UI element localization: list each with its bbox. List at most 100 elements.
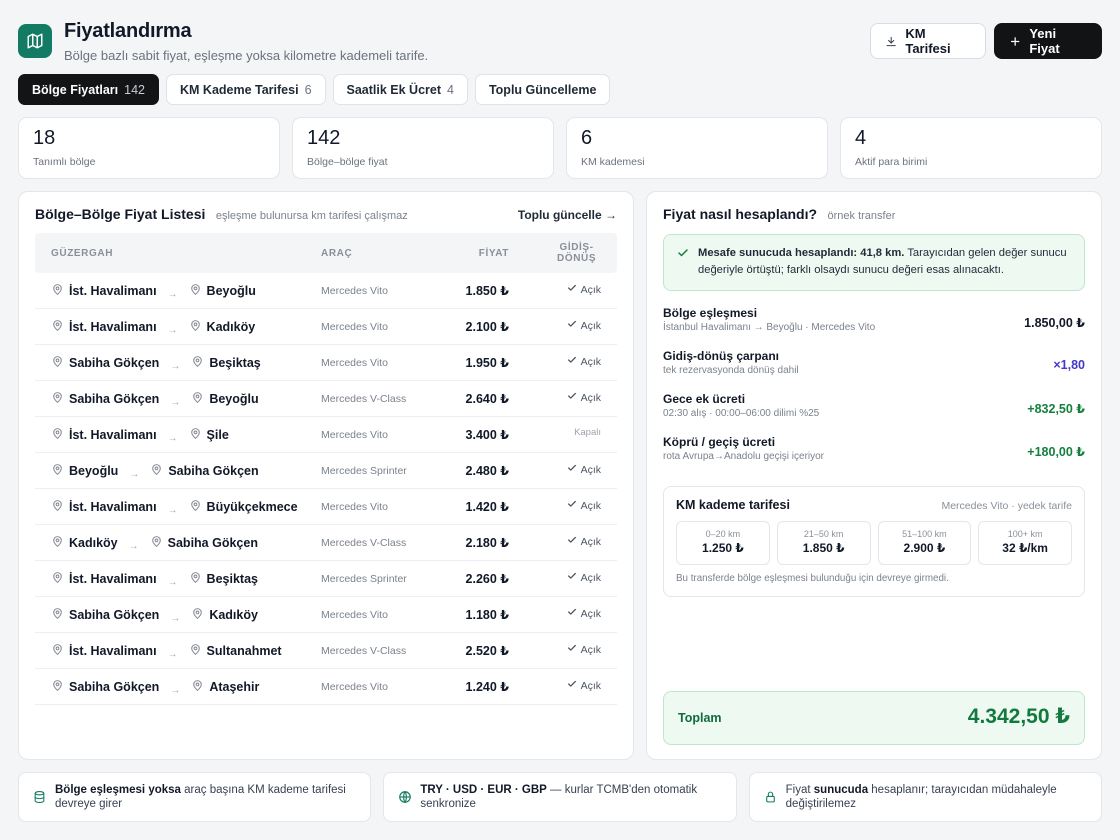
route-to: Sabiha Gökçen: [168, 464, 259, 478]
route-cell: İst. Havalimanı → Şile: [51, 417, 229, 453]
table-row[interactable]: İst. Havalimanı → Sultanahmet Mercedes V-Cl…: [35, 633, 617, 669]
km-tier: 21–50 km 1.850 ₺: [776, 521, 871, 565]
calc-line: Bölge eşleşmesi İstanbul Havalimanı → Bey…: [663, 306, 1085, 349]
tab-1[interactable]: KM Kademe Tarifesi 6: [166, 74, 326, 105]
km-tier-range: 0–20 km: [705, 529, 741, 539]
total-label: Toplam: [678, 711, 722, 725]
lock-icon: [765, 791, 775, 803]
table-row[interactable]: Sabiha Gökçen → Kadıköy Mercedes Vito 1.180 …: [35, 597, 617, 633]
route-cell: Sabiha Gökçen → Ataşehir: [51, 669, 259, 705]
km-tier-price: 1.850 ₺: [802, 541, 845, 555]
table-row[interactable]: Sabiha Gökçen → Beyoğlu Mercedes V-Class 2.6…: [35, 381, 617, 417]
route-cell: Sabiha Gökçen → Beşiktaş: [51, 345, 261, 381]
new-price-button[interactable]: Yeni Fiyat: [994, 23, 1102, 59]
km-tier-range: 100+ km: [1007, 529, 1043, 539]
car-cell: Mercedes Vito: [321, 357, 388, 369]
roundtrip-cell: Açık: [567, 355, 601, 368]
stat-card: 18 Tanımlı bölge: [18, 117, 280, 179]
check-icon: [567, 283, 577, 296]
pin-icon: [51, 355, 64, 371]
pin-icon: [51, 499, 64, 515]
km-tier-title: KM kademe tarifesi: [676, 498, 790, 512]
notice-bold: Mesafe sunucuda hesaplandı: 41,8 km.: [698, 247, 905, 259]
price-cell: 2.100 ₺: [465, 320, 509, 334]
bulk-update-link[interactable]: Toplu güncelle →: [518, 208, 617, 222]
route-to: Sultanahmet: [206, 644, 282, 658]
km-tier-price: 1.250 ₺: [702, 541, 744, 555]
route-to: Beyoğlu: [206, 284, 256, 298]
route-to: Sabiha Gökçen: [167, 536, 258, 550]
total-box: Toplam 4.342,50 ₺: [663, 691, 1085, 745]
table-row[interactable]: Kadıköy → Sabiha Gökçen Mercedes V-Class 2.1…: [35, 525, 617, 561]
table-row[interactable]: İst. Havalimanı → Şile Mercedes Vito 3.400 ₺…: [35, 417, 617, 453]
tab-3[interactable]: Toplu Güncelleme: [474, 74, 611, 105]
download-icon: [886, 36, 896, 46]
table-row[interactable]: Beyoğlu → Sabiha Gökçen Mercedes Sprinter 2.…: [35, 453, 617, 489]
route-from: İst. Havalimanı: [69, 500, 157, 514]
price-cell: 1.420 ₺: [465, 500, 509, 514]
route-cell: Sabiha Gökçen → Kadıköy: [51, 597, 258, 633]
tab-2[interactable]: Saatlik Ek Ücret 4: [332, 74, 468, 105]
price-cell: 2.260 ₺: [465, 572, 509, 586]
table-row[interactable]: İst. Havalimanı → Beşiktaş Mercedes Sprinte…: [35, 561, 617, 597]
info-bold: TRY · USD · EUR · GBP: [420, 784, 547, 796]
route-arrow: →: [167, 576, 178, 588]
check-icon: [567, 571, 577, 584]
roundtrip-cell: Açık: [567, 499, 601, 512]
calculation-title: Fiyat nasıl hesaplandı?: [663, 206, 818, 222]
route-to: Beyoğlu: [209, 392, 259, 406]
km-tier-price: 32 ₺/km: [1002, 541, 1048, 555]
car-cell: Mercedes Sprinter: [321, 465, 407, 477]
roundtrip-cell: Açık: [567, 319, 601, 332]
tab-0[interactable]: Bölge Fiyatları 142: [18, 74, 159, 105]
calculation-lines: Bölge eşleşmesi İstanbul Havalimanı → Bey…: [663, 306, 1085, 478]
table-row[interactable]: Sabiha Gökçen → Beşiktaş Mercedes Vito 1.950…: [35, 345, 617, 381]
route-from: Kadıköy: [69, 536, 118, 550]
pin-icon: [51, 535, 64, 551]
route-from: İst. Havalimanı: [69, 320, 157, 334]
km-tier-range: 51–100 km: [902, 529, 947, 539]
stat-card: 4 Aktif para birimi: [840, 117, 1102, 179]
price-list-title: Bölge–Bölge Fiyat Listesi: [35, 206, 206, 222]
globe-icon: [399, 791, 412, 803]
pricing-tabs: Bölge Fiyatları 142 KM Kademe Tarifesi 6 Saa…: [18, 74, 611, 106]
column-roundtrip-line1: GİDİŞ-: [559, 242, 594, 253]
route-to: Şile: [206, 428, 229, 442]
price-cell: 2.480 ₺: [465, 464, 509, 478]
roundtrip-status: Açık: [580, 607, 601, 620]
route-from: İst. Havalimanı: [69, 428, 157, 442]
table-row[interactable]: Sabiha Gökçen → Ataşehir Mercedes Vito 1.240…: [35, 669, 617, 705]
route-arrow: →: [170, 612, 181, 624]
pin-icon: [189, 319, 202, 335]
price-cell: 3.400 ₺: [465, 428, 509, 442]
route-from: İst. Havalimanı: [69, 644, 157, 658]
pin-icon: [189, 499, 202, 515]
pin-icon: [51, 607, 64, 623]
column-route: GÜZERGAH: [51, 247, 114, 259]
table-row[interactable]: İst. Havalimanı → Büyükçekmece Mercedes Vit…: [35, 489, 617, 525]
info-bold: Bölge eşleşmesi yoksa: [55, 784, 181, 796]
table-row[interactable]: İst. Havalimanı → Kadıköy Mercedes Vito 2.10…: [35, 309, 617, 345]
pin-icon: [189, 571, 202, 587]
check-icon: [678, 249, 688, 257]
car-cell: Mercedes V-Class: [321, 393, 407, 405]
price-cell: 1.950 ₺: [465, 356, 509, 370]
pin-icon: [189, 283, 202, 299]
calc-line: Köprü / geçiş ücreti rota Avrupa→Anadolu …: [663, 435, 1085, 478]
km-tariff-button[interactable]: KM Tarifesi: [870, 23, 986, 59]
calc-line-name: Bölge eşleşmesi: [663, 306, 758, 320]
tab-label: KM Kademe Tarifesi: [180, 82, 299, 97]
roundtrip-status: Açık: [580, 643, 601, 656]
stat-label: Bölge–bölge fiyat: [307, 156, 388, 168]
km-tier-box: KM kademe tarifesi Mercedes Vito · yedek…: [663, 486, 1085, 597]
route-cell: İst. Havalimanı → Beşiktaş: [51, 561, 258, 597]
roundtrip-cell: Açık: [567, 643, 601, 656]
roundtrip-cell: Açık: [567, 391, 601, 404]
roundtrip-status: Açık: [580, 679, 601, 692]
car-cell: Mercedes Vito: [321, 681, 388, 693]
stats-row: 18 Tanımlı bölge 142 Bölge–bölge fiyat 6…: [18, 117, 1102, 179]
table-row[interactable]: İst. Havalimanı → Beyoğlu Mercedes Vito 1.85…: [35, 273, 617, 309]
stat-label: KM kademesi: [581, 156, 645, 168]
price-cell: 2.520 ₺: [465, 644, 509, 658]
info-card-fallback: Bölge eşleşmesi yoksa araç başına KM kad…: [18, 772, 372, 822]
